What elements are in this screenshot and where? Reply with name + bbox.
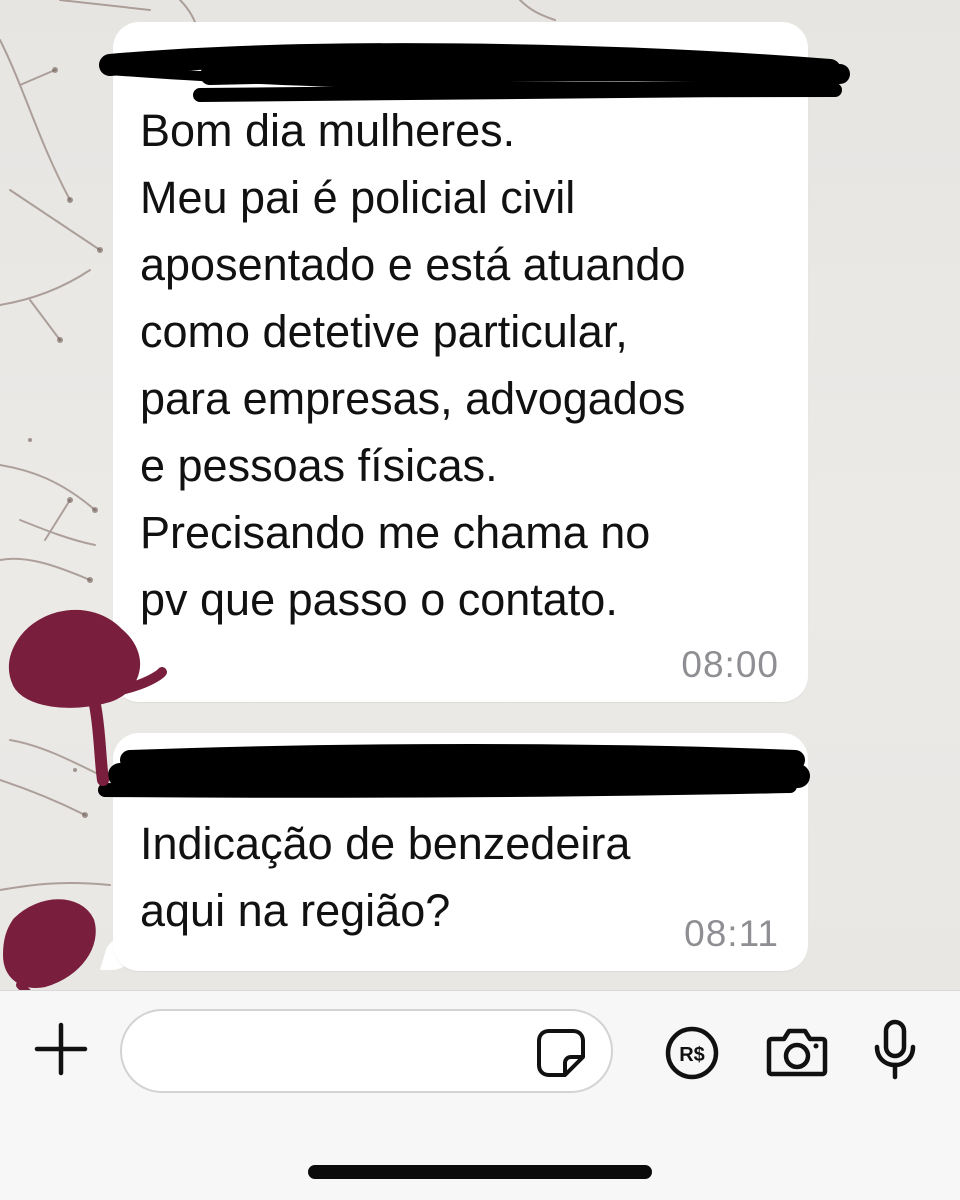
message-line: aposentado e está atuando	[140, 239, 686, 290]
home-indicator[interactable]	[308, 1165, 652, 1179]
message-line: Meu pai é policial civil	[140, 172, 576, 223]
message-timestamp: 08:00	[681, 644, 779, 685]
message-text: Bom dia mulheres. Meu pai é policial civ…	[140, 97, 800, 633]
message-line: Bom dia mulheres.	[140, 105, 516, 156]
message-bubble[interactable]: Bom dia mulheres. Meu pai é policial civ…	[113, 22, 808, 702]
message-timestamp: 08:11	[684, 913, 779, 954]
payment-icon[interactable]: R$	[664, 1025, 720, 1081]
payment-icon-label: R$	[679, 1044, 705, 1066]
camera-icon[interactable]	[766, 1025, 828, 1079]
message-line: Indicação de benzedeira	[140, 818, 631, 869]
sticker-icon[interactable]	[535, 1027, 587, 1079]
message-line: pv que passo o contato.	[140, 574, 618, 625]
message-input[interactable]	[150, 1029, 534, 1075]
message-line: para empresas, advogados	[140, 373, 686, 424]
message-line: Precisando me chama no	[140, 507, 651, 558]
plus-icon[interactable]	[33, 1021, 89, 1077]
message-bubble[interactable]: Indicação de benzedeira aqui na região? …	[113, 733, 808, 971]
message-line: e pessoas físicas.	[140, 440, 498, 491]
message-line: como detetive particular,	[140, 306, 628, 357]
microphone-icon[interactable]	[872, 1019, 918, 1081]
